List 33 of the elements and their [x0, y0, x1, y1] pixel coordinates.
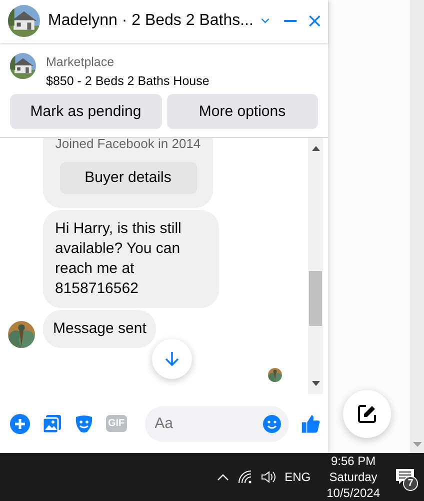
clock-date: 10/5/2024	[326, 485, 380, 501]
joined-text: Joined Facebook in 2014	[54, 138, 202, 154]
notification-count: 7	[403, 476, 418, 491]
chevron-down-icon[interactable]	[261, 17, 270, 26]
chat-title: Madelynn · 2 Beds 2 Baths...	[48, 11, 254, 32]
arrow-down-icon	[165, 351, 179, 368]
photo-button[interactable]	[42, 414, 62, 434]
page-scroll-down-icon[interactable]	[412, 442, 422, 447]
marketplace-label: Marketplace	[46, 54, 116, 71]
scroll-down-arrow-icon[interactable]	[312, 381, 320, 386]
clock-time: 9:56 PM	[330, 453, 377, 469]
add-button[interactable]	[10, 414, 30, 434]
scrollbar-thumb[interactable]	[309, 271, 322, 326]
action-button[interactable]: More options	[166, 94, 318, 130]
edit-icon	[357, 404, 377, 424]
thumbs-up-icon[interactable]	[300, 412, 320, 435]
emoji-icon[interactable]	[262, 414, 281, 433]
scroll-up-arrow-icon[interactable]	[312, 146, 320, 152]
message-bubble: Hi Harry, is this still available? You can reach me at 8158716562	[43, 210, 219, 308]
new-message-button[interactable]	[343, 390, 391, 438]
wifi-icon[interactable]	[236, 470, 253, 484]
action-button[interactable]: Mark as pending	[10, 94, 162, 130]
sticker-button[interactable]	[74, 414, 94, 434]
volume-icon[interactable]	[260, 470, 277, 484]
message-bubble: Message sent	[43, 310, 156, 348]
buyer-details-button[interactable]: Buyer details	[60, 162, 196, 194]
chevron-up-icon[interactable]	[216, 474, 229, 480]
close-icon[interactable]	[308, 13, 320, 30]
clock-day: Saturday	[326, 469, 380, 485]
listing-title[interactable]: $850 - 2 Beds 2 Baths House	[46, 72, 210, 90]
scroll-down-button[interactable]	[152, 339, 192, 380]
language-indicator[interactable]: ENG	[284, 468, 311, 486]
message-field[interactable]: Aa	[144, 406, 289, 442]
